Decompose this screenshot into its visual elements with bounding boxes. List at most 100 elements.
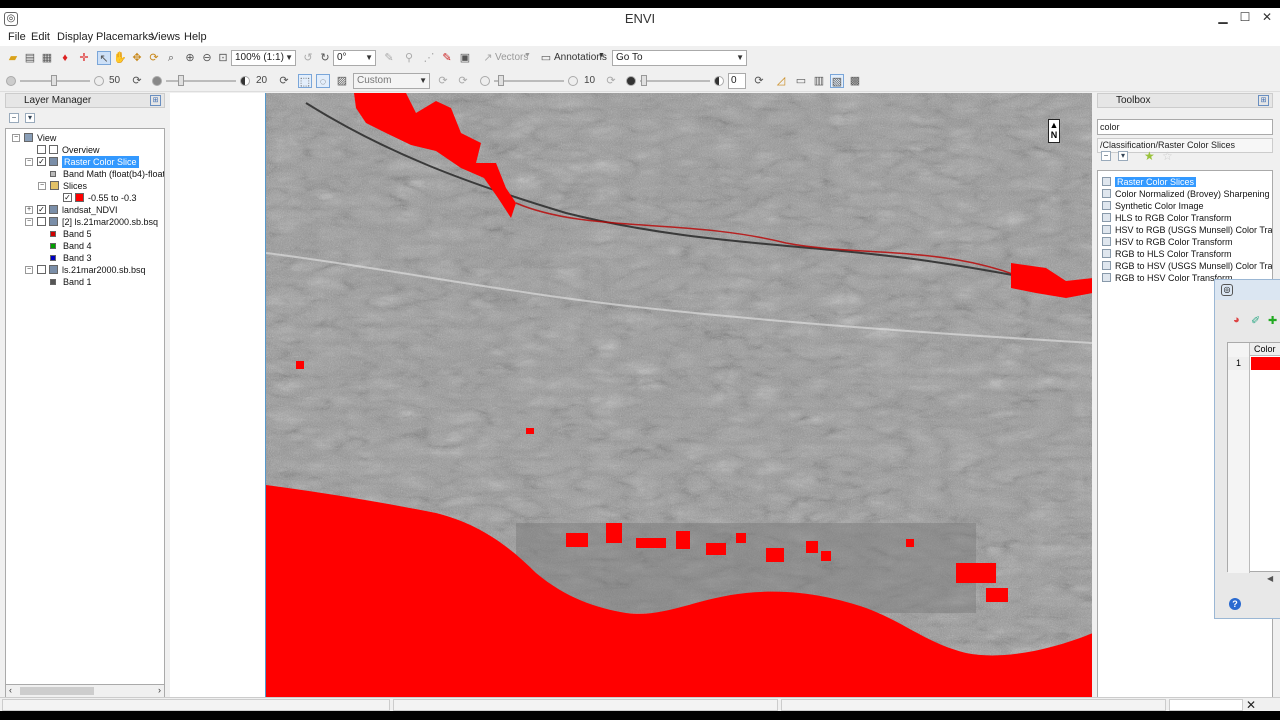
stretch-reset-icon[interactable]: ⟳	[436, 74, 450, 88]
menu-file[interactable]: File	[8, 31, 26, 43]
layer-tree-row[interactable]: − View	[6, 132, 164, 144]
layer-checkbox[interactable]: ✓	[63, 193, 72, 202]
cancel-process-icon[interactable]: ✕	[1246, 698, 1256, 711]
layer-icon[interactable]: ▦	[40, 51, 54, 65]
toolbox-item[interactable]: RGB to HSV (USGS Munsell) Color Tran	[1102, 260, 1272, 272]
toolbox-item[interactable]: RGB to HLS Color Transform	[1102, 248, 1232, 260]
toolbox-item[interactable]: Raster Color Slices	[1102, 176, 1197, 188]
layer-tree-row[interactable]: − Slices	[6, 180, 164, 192]
histogram-icon[interactable]: ▨	[335, 74, 349, 88]
layer-tree-row[interactable]: Overview	[6, 144, 164, 156]
toolbox-item[interactable]: HSV to RGB Color Transform	[1102, 236, 1233, 248]
layer-checkbox[interactable]	[37, 217, 46, 226]
vectors-icon[interactable]: ↗	[481, 51, 495, 65]
layer-checkbox[interactable]	[37, 145, 46, 154]
blend-icon[interactable]: ▭	[794, 74, 808, 88]
stretch-icon[interactable]: ⬚	[298, 74, 312, 88]
stretch-combo[interactable]: Custom ▼	[353, 73, 430, 89]
table-scroll-left-icon[interactable]: ◀	[1267, 574, 1273, 583]
layer-tree-row[interactable]: − ls.21mar2000.sb.bsq	[6, 264, 164, 276]
toolbox-item[interactable]: Synthetic Color Image	[1102, 200, 1204, 212]
open-folder-icon[interactable]: ▰	[6, 51, 20, 65]
zoom-combo[interactable]: 100% (1:1) ▼	[231, 50, 296, 66]
layer-tree-row[interactable]: Band Math (float(b4)-float(b	[6, 168, 164, 180]
goto-combo[interactable]: Go To ▼	[612, 50, 747, 66]
layer-tree-row[interactable]: Band 5	[6, 228, 164, 240]
portal-icon[interactable]: ◿	[774, 74, 788, 88]
pan-hand-icon[interactable]: ✋	[113, 51, 127, 65]
rotate-right-icon[interactable]: ↻	[318, 51, 332, 65]
expand-node-icon[interactable]: +	[25, 206, 33, 214]
sharpen-reset-icon[interactable]: ⟳	[604, 74, 618, 88]
minimize-button[interactable]: ▁	[1213, 8, 1233, 26]
transparency-reset-icon[interactable]: ⟳	[752, 74, 766, 88]
zoom-out-icon[interactable]: ⊖	[200, 51, 214, 65]
grid-icon[interactable]: ▣	[458, 51, 472, 65]
menu-edit[interactable]: Edit	[31, 31, 50, 43]
brightness-reset-icon[interactable]: ⟳	[130, 74, 144, 88]
scrollbar-thumb[interactable]	[20, 687, 94, 695]
toolbox-item[interactable]: HLS to RGB Color Transform	[1102, 212, 1232, 224]
menu-placemarks[interactable]: Placemarks	[96, 31, 153, 43]
edit-slice-icon[interactable]: ✐	[1251, 314, 1260, 327]
contrast-reset-icon[interactable]: ⟳	[277, 74, 291, 88]
favorite-icon[interactable]: ☆	[1162, 149, 1173, 163]
sharpen-slider[interactable]	[494, 80, 564, 82]
row-number[interactable]: 1	[1228, 357, 1250, 370]
rotate-icon[interactable]: ⟳	[147, 51, 161, 65]
annotation-icon[interactable]: ✎	[440, 51, 454, 65]
layer-tree-row[interactable]: Band 1	[6, 276, 164, 288]
toolbox-item[interactable]: RGB to HSV Color Transform	[1102, 272, 1233, 284]
menu-display[interactable]: Display	[57, 31, 93, 43]
expand-all-icon[interactable]: ▾	[25, 113, 35, 123]
collapse-all-icon[interactable]: −	[9, 113, 19, 123]
zoom-fit-icon[interactable]: ⊡	[216, 51, 230, 65]
panel-pin-icon[interactable]: ⊞	[150, 95, 161, 106]
layer-tree-row[interactable]: Band 4	[6, 240, 164, 252]
help-icon[interactable]: ?	[1229, 598, 1241, 610]
maximize-button[interactable]: ☐	[1235, 8, 1255, 26]
collapse-node-icon[interactable]: −	[12, 134, 20, 142]
transparency-slider[interactable]	[640, 80, 710, 82]
rotation-combo[interactable]: 0° ▼	[333, 50, 376, 66]
layer-tree-row[interactable]: − [2] ls.21mar2000.sb.bsq	[6, 216, 164, 228]
menu-views[interactable]: Views	[151, 31, 180, 43]
layer-tree-row[interactable]: ✓ -0.55 to -0.3	[6, 192, 164, 204]
zoom-in-icon[interactable]: ⊕	[183, 51, 197, 65]
toolbox-search-input[interactable]: color	[1097, 119, 1273, 135]
contrast-slider[interactable]	[166, 80, 236, 82]
fly-icon[interactable]: ✥	[130, 51, 144, 65]
vertex-icon[interactable]: ⋰	[422, 51, 436, 65]
vector-edit-icon[interactable]: ⚲	[402, 51, 416, 65]
layer-checkbox[interactable]: ✓	[37, 205, 46, 214]
slice-color-cell[interactable]	[1251, 357, 1280, 370]
favorite-add-icon[interactable]: ★	[1144, 149, 1155, 163]
scroll-left-icon[interactable]: ‹	[9, 685, 12, 695]
layer-tree-scrollbar[interactable]: ‹ ›	[5, 684, 165, 698]
annotations-icon[interactable]: ▭	[539, 51, 553, 65]
vectors-dropdown-icon[interactable]: ▼	[524, 52, 531, 59]
data-manager-icon[interactable]: ▤	[23, 51, 37, 65]
toolbox-item[interactable]: HSV to RGB (USGS Munsell) Color Tran	[1102, 224, 1272, 236]
swipe-icon[interactable]: ▧	[830, 74, 844, 88]
flicker-icon[interactable]: ▥	[812, 74, 826, 88]
transparency-thumb[interactable]	[641, 75, 647, 86]
vector-create-icon[interactable]: ✎	[382, 51, 396, 65]
toolbox-expand-icon[interactable]: ▾	[1118, 151, 1128, 161]
stretch-type-icon[interactable]: ◌	[316, 74, 330, 88]
sharpen-thumb[interactable]	[498, 75, 504, 86]
crosshair-icon[interactable]: ✛	[77, 51, 91, 65]
contrast-thumb[interactable]	[178, 75, 184, 86]
annotations-dropdown-icon[interactable]: ▼	[598, 52, 605, 59]
select-cursor-icon[interactable]: ↖	[97, 51, 111, 65]
menu-help[interactable]: Help	[184, 31, 207, 43]
transparency-value[interactable]: 0	[728, 73, 746, 89]
toolbox-pin-icon[interactable]: ⊞	[1258, 95, 1269, 106]
zoom-icon[interactable]: ⌕	[164, 51, 178, 65]
toolbox-item[interactable]: Color Normalized (Brovey) Sharpening	[1102, 188, 1270, 200]
rotate-left-icon[interactable]: ↺	[301, 51, 315, 65]
chip-icon[interactable]: ▩	[848, 74, 862, 88]
layer-checkbox[interactable]: ✓	[37, 157, 46, 166]
layer-tree-row[interactable]: + ✓ landsat_NDVI	[6, 204, 164, 216]
stretch-refresh-icon[interactable]: ⟳	[456, 74, 470, 88]
